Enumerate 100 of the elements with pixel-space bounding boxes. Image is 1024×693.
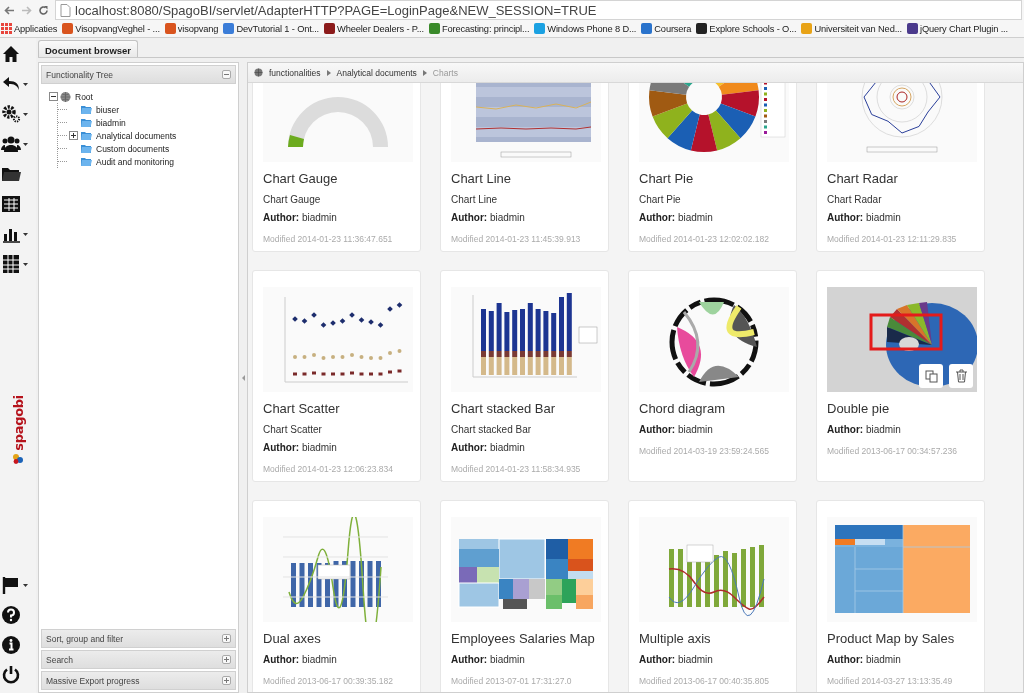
document-title[interactable]: Multiple axis bbox=[639, 631, 786, 647]
document-title[interactable]: Chord diagram bbox=[639, 401, 786, 417]
modified-date: Modified 2014-01-23 12:11:29.835 bbox=[827, 234, 958, 244]
author-text: Author: biadmin bbox=[639, 654, 714, 665]
panel-title[interactable]: Search bbox=[46, 654, 73, 665]
folder-icon bbox=[80, 117, 92, 128]
document-title[interactable]: Chart Line bbox=[451, 171, 598, 187]
folder-icon bbox=[80, 143, 92, 154]
minus-icon bbox=[223, 71, 230, 78]
document-description: Chart Pie bbox=[639, 194, 682, 205]
help-icon[interactable] bbox=[1, 605, 21, 625]
flag-icon[interactable] bbox=[1, 575, 21, 595]
expand-button[interactable] bbox=[222, 676, 231, 685]
modified-date: Modified 2013-06-17 00:39:35.182 bbox=[263, 676, 394, 686]
delete-button[interactable] bbox=[949, 364, 973, 388]
folder-icon bbox=[80, 130, 92, 141]
document-title[interactable]: Chart Radar bbox=[827, 171, 974, 187]
bookmark-link[interactable]: Coursera bbox=[641, 23, 692, 34]
bookmark-link[interactable]: Applicaties bbox=[1, 23, 58, 34]
collapse-icon[interactable] bbox=[49, 92, 58, 101]
document-title[interactable]: Double pie bbox=[827, 401, 974, 417]
document-title[interactable]: Chart stacked Bar bbox=[451, 401, 598, 417]
info-icon[interactable] bbox=[1, 635, 21, 655]
document-title[interactable]: Chart Gauge bbox=[263, 171, 410, 187]
modified-date: Modified 2014-01-23 12:02:02.182 bbox=[639, 234, 770, 244]
bookmark-link[interactable]: Explore Schools - O... bbox=[696, 23, 797, 34]
document-title[interactable]: Dual axes bbox=[263, 631, 410, 647]
tree-item[interactable]: Root bbox=[75, 91, 93, 102]
modified-date: Modified 2014-03-27 13:13:35.49 bbox=[827, 676, 954, 686]
author-text: Author: biadmin bbox=[451, 442, 526, 453]
caret-icon[interactable] bbox=[23, 141, 28, 147]
bookmark-link[interactable]: Wheeler Dealers - P... bbox=[324, 23, 424, 34]
caret-icon[interactable] bbox=[23, 582, 28, 588]
favicon-icon bbox=[324, 23, 335, 34]
bookmark-link[interactable]: visopvang bbox=[164, 23, 219, 34]
bookmark-link[interactable]: VisopvangVeghel - ... bbox=[62, 23, 160, 34]
tab[interactable]: Document browser bbox=[38, 40, 139, 57]
table-icon[interactable] bbox=[1, 194, 21, 214]
favicon-icon bbox=[62, 23, 74, 34]
author-text: Author: biadmin bbox=[827, 424, 902, 435]
address-field[interactable]: localhost:8080/SpagoBI/servlet/AdapterHTTP?PAGE=LoginPage&NEW_SESSION=TRUE bbox=[55, 0, 1022, 20]
back-icon[interactable] bbox=[4, 4, 15, 16]
modified-date: Modified 2014-01-23 12:06:23.834 bbox=[263, 464, 394, 474]
users-icon[interactable] bbox=[1, 134, 21, 154]
database-grid-icon[interactable] bbox=[1, 254, 21, 274]
document-title[interactable]: Chart Scatter bbox=[263, 401, 410, 417]
copy-button[interactable] bbox=[919, 364, 943, 388]
tree-item[interactable]: Analytical documents bbox=[96, 130, 177, 141]
author-text: Author: biadmin bbox=[639, 424, 714, 435]
collapse-handle-icon[interactable] bbox=[241, 374, 245, 381]
bookmark-link[interactable]: jQuery Chart Plugin ... bbox=[906, 23, 1008, 34]
collapse-button[interactable] bbox=[222, 70, 231, 79]
favicon-icon bbox=[223, 23, 235, 34]
caret-icon[interactable] bbox=[23, 81, 28, 87]
author-text: Author: biadmin bbox=[827, 654, 902, 665]
folder-icon bbox=[80, 156, 92, 167]
breadcrumb-link[interactable]: Analytical documents bbox=[336, 67, 417, 78]
modified-date: Modified 2014-01-23 11:36:47.651 bbox=[263, 234, 394, 244]
favicon-icon bbox=[801, 23, 813, 34]
expand-button[interactable] bbox=[222, 655, 231, 664]
favicon-icon bbox=[164, 23, 176, 34]
tree-item[interactable]: Audit and monitoring bbox=[96, 156, 174, 167]
document-title[interactable]: Employees Salaries Map bbox=[451, 631, 598, 647]
bookmark-link[interactable]: Windows Phone 8 D... bbox=[534, 23, 637, 34]
author-text: Author: biadmin bbox=[263, 442, 338, 453]
expand-icon[interactable] bbox=[69, 131, 78, 140]
favicon-icon bbox=[906, 23, 918, 34]
author-text: Author: biadmin bbox=[451, 654, 526, 665]
tree-item[interactable]: biadmin bbox=[96, 117, 126, 128]
bookmark-link[interactable]: Universiteit van Ned... bbox=[801, 23, 902, 34]
globe-icon bbox=[254, 68, 263, 77]
bookmark-link[interactable]: DevTutorial 1 - Ont... bbox=[223, 23, 319, 34]
favicon-icon bbox=[428, 23, 440, 34]
modified-date: Modified 2013-07-01 17:31:27.0 bbox=[451, 676, 573, 686]
tree-item[interactable]: biuser bbox=[96, 104, 120, 115]
caret-icon[interactable] bbox=[23, 261, 28, 267]
expand-button[interactable] bbox=[222, 634, 231, 643]
logo: spagobi bbox=[10, 395, 26, 451]
author-text: Author: biadmin bbox=[263, 212, 338, 223]
bookmark-link[interactable]: Forecasting: principl... bbox=[428, 23, 530, 34]
document-description: Chart stacked Bar bbox=[451, 424, 533, 435]
tree-item[interactable]: Custom documents bbox=[96, 143, 170, 154]
plus-icon bbox=[223, 635, 230, 642]
logo-mark-icon bbox=[13, 453, 23, 464]
caret-icon[interactable] bbox=[23, 111, 28, 117]
home-icon[interactable] bbox=[1, 44, 21, 64]
document-description: Chart Line bbox=[451, 194, 499, 205]
chevron-icon bbox=[326, 69, 331, 76]
document-title[interactable]: Chart Pie bbox=[639, 171, 786, 187]
caret-icon[interactable] bbox=[23, 231, 28, 237]
reload-icon[interactable] bbox=[38, 4, 49, 16]
chevron-icon bbox=[422, 69, 427, 76]
modified-date: Modified 2013-06-17 00:40:35.805 bbox=[639, 676, 770, 686]
power-icon[interactable] bbox=[1, 665, 21, 685]
plus-icon bbox=[223, 656, 230, 663]
favicon-icon bbox=[534, 23, 546, 34]
document-title[interactable]: Product Map by Sales bbox=[827, 631, 974, 647]
gears-icon[interactable] bbox=[1, 104, 21, 124]
breadcrumb-link[interactable]: functionalities bbox=[269, 67, 321, 78]
globe-icon bbox=[60, 90, 71, 103]
